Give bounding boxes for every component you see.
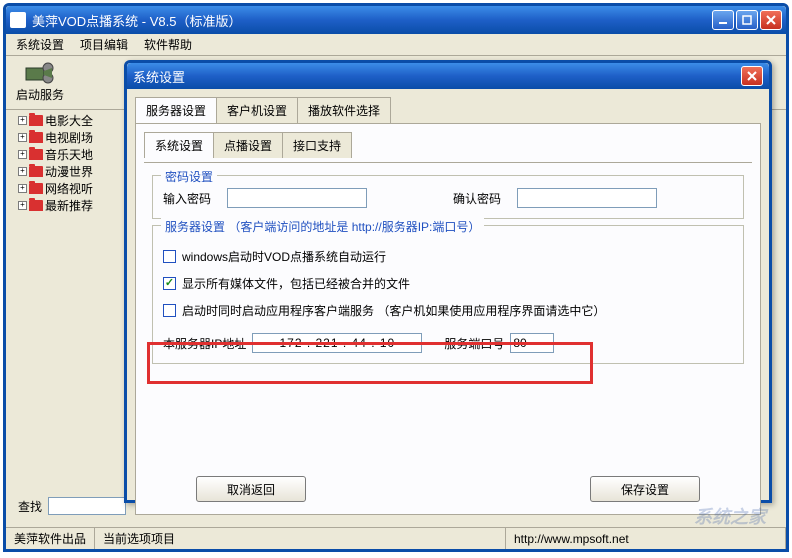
folder-icon: [29, 132, 43, 143]
autostart-row[interactable]: windows启动时VOD点播系统自动运行: [163, 248, 733, 265]
start-service-label: 启动服务: [16, 86, 64, 103]
port-input[interactable]: [510, 333, 554, 353]
statusbar: 美萍软件出品 当前选项项目 http://www.mpsoft.net: [6, 527, 786, 549]
confirm-password-field[interactable]: [517, 188, 657, 208]
ip-input[interactable]: 172 . 221 . 44 . 10: [252, 333, 422, 353]
search-row: 查找: [18, 497, 126, 515]
subtab-vod-settings[interactable]: 点播设置: [213, 132, 283, 158]
folder-icon: [29, 149, 43, 160]
status-current-item: 当前选项项目: [95, 528, 506, 549]
port-label: 服务端口号: [444, 335, 504, 352]
minimize-button[interactable]: [712, 10, 734, 30]
autostart-checkbox[interactable]: [163, 250, 176, 263]
close-button[interactable]: [760, 10, 782, 30]
tab-panel: 系统设置 点播设置 接口支持 密码设置 输入密码 确认密码: [135, 123, 761, 515]
server-hint: （客户端访问的地址是 http://服务器IP:端口号）: [228, 220, 480, 234]
tree-label: 电视剧场: [45, 129, 93, 146]
search-label: 查找: [18, 498, 42, 515]
folder-icon: [29, 166, 43, 177]
folder-icon: [29, 183, 43, 194]
category-tree: + 电影大全 + 电视剧场 + 音乐天地 + 动漫世界 + 网络视听 + 最新推荐: [18, 112, 128, 214]
status-url: http://www.mpsoft.net: [506, 528, 786, 549]
ip-port-row: 本服务器IP地址 172 . 221 . 44 . 10 服务端口号: [163, 333, 733, 353]
clientservice-row[interactable]: 启动时同时启动应用程序客户端服务 （客户机如果使用应用程序界面请选中它）: [163, 302, 733, 319]
tree-label: 网络视听: [45, 180, 93, 197]
app-icon: [10, 12, 26, 28]
tree-label: 电影大全: [45, 112, 93, 129]
maximize-button[interactable]: [736, 10, 758, 30]
expand-icon[interactable]: +: [18, 150, 27, 159]
camera-icon: [24, 62, 56, 84]
menu-software-help[interactable]: 软件帮助: [140, 34, 196, 55]
tree-item[interactable]: + 动漫世界: [18, 163, 128, 179]
tree-label: 最新推荐: [45, 197, 93, 214]
save-button[interactable]: 保存设置: [590, 476, 700, 502]
input-password-label: 输入密码: [163, 190, 219, 207]
tree-label: 音乐天地: [45, 146, 93, 163]
dialog-button-row: 取消返回 保存设置: [136, 476, 760, 502]
expand-icon[interactable]: +: [18, 201, 27, 210]
dialog-title: 系统设置: [133, 67, 741, 86]
subtab-system-settings[interactable]: 系统设置: [144, 132, 214, 158]
tab-client-settings[interactable]: 客户机设置: [216, 97, 298, 123]
password-legend: 密码设置: [161, 168, 217, 185]
menu-project-edit[interactable]: 项目编辑: [76, 34, 132, 55]
main-window: 美萍VOD点播系统 - V8.5（标准版） 系统设置 项目编辑 软件帮助 启动服…: [3, 3, 789, 552]
tree-item[interactable]: + 电影大全: [18, 112, 128, 128]
ip-label: 本服务器IP地址: [163, 335, 246, 352]
settings-dialog: 系统设置 服务器设置 客户机设置 播放软件选择 系统设置 点播设置 接口支持 密…: [124, 60, 772, 503]
dialog-close-button[interactable]: [741, 66, 763, 86]
tree-item[interactable]: + 音乐天地: [18, 146, 128, 162]
expand-icon[interactable]: +: [18, 167, 27, 176]
folder-icon: [29, 115, 43, 126]
expand-icon[interactable]: +: [18, 133, 27, 142]
server-group: 服务器设置 （客户端访问的地址是 http://服务器IP:端口号） windo…: [152, 225, 744, 364]
cancel-button[interactable]: 取消返回: [196, 476, 306, 502]
window-title: 美萍VOD点播系统 - V8.5（标准版）: [32, 11, 712, 30]
folder-icon: [29, 200, 43, 211]
clientservice-label: 启动时同时启动应用程序客户端服务 （客户机如果使用应用程序界面请选中它）: [182, 302, 605, 319]
server-legend: 服务器设置 （客户端访问的地址是 http://服务器IP:端口号）: [161, 218, 484, 235]
subtab-interface-support[interactable]: 接口支持: [282, 132, 352, 158]
main-titlebar: 美萍VOD点播系统 - V8.5（标准版）: [6, 6, 786, 34]
search-input[interactable]: [48, 497, 126, 515]
showall-label: 显示所有媒体文件，包括已经被合并的文件: [182, 275, 410, 292]
confirm-password-label: 确认密码: [453, 190, 509, 207]
autostart-label: windows启动时VOD点播系统自动运行: [182, 248, 386, 265]
tab-player-select[interactable]: 播放软件选择: [297, 97, 391, 123]
menu-system-settings[interactable]: 系统设置: [12, 34, 68, 55]
dialog-titlebar: 系统设置: [127, 63, 769, 89]
sub-tabs: 系统设置 点播设置 接口支持: [144, 132, 752, 158]
expand-icon[interactable]: +: [18, 116, 27, 125]
tab-server-settings[interactable]: 服务器设置: [135, 97, 217, 123]
tree-item[interactable]: + 最新推荐: [18, 197, 128, 213]
menubar: 系统设置 项目编辑 软件帮助: [6, 34, 786, 56]
showall-row[interactable]: 显示所有媒体文件，包括已经被合并的文件: [163, 275, 733, 292]
showall-checkbox[interactable]: [163, 277, 176, 290]
tree-item[interactable]: + 电视剧场: [18, 129, 128, 145]
tree-label: 动漫世界: [45, 163, 93, 180]
main-tabs: 服务器设置 客户机设置 播放软件选择: [135, 97, 769, 123]
tree-item[interactable]: + 网络视听: [18, 180, 128, 196]
status-vendor: 美萍软件出品: [6, 528, 95, 549]
expand-icon[interactable]: +: [18, 184, 27, 193]
start-service-button[interactable]: 启动服务: [16, 62, 64, 103]
clientservice-checkbox[interactable]: [163, 304, 176, 317]
input-password-field[interactable]: [227, 188, 367, 208]
password-group: 密码设置 输入密码 确认密码: [152, 175, 744, 219]
